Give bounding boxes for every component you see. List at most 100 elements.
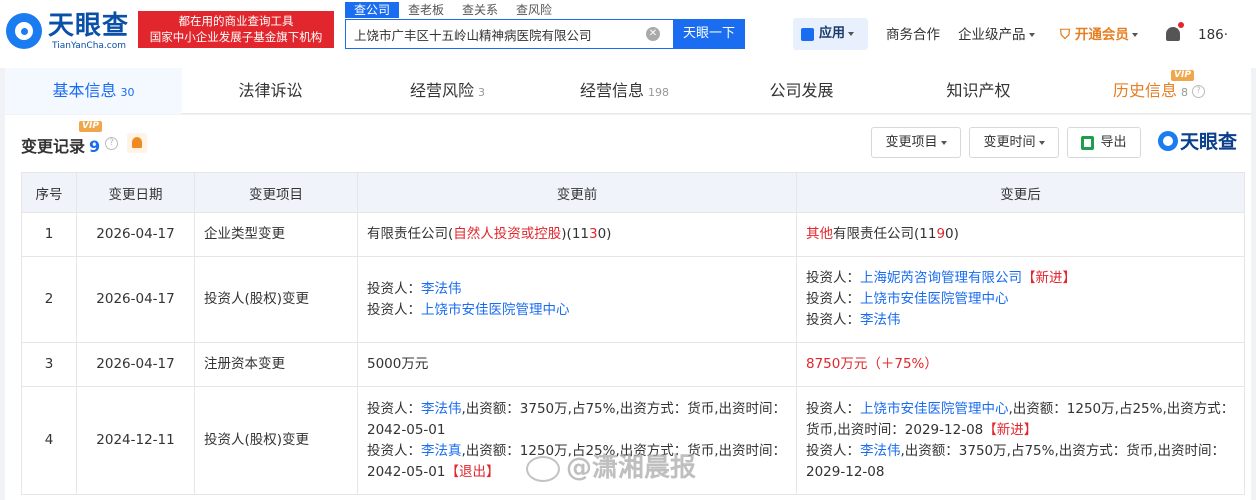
row-after: 8750万元（＋75%）: [796, 342, 1245, 387]
investor-link[interactable]: 上饶市安佳医院管理中心: [421, 302, 570, 318]
export-button[interactable]: 导出: [1067, 127, 1141, 158]
user-account[interactable]: 186·: [1198, 26, 1228, 44]
tab-label: 经营风险: [409, 81, 474, 100]
tab-development[interactable]: 公司发展: [713, 68, 890, 114]
app-menu-button[interactable]: 应用: [793, 18, 868, 50]
row-no: 1: [21, 212, 77, 257]
investor-link[interactable]: 上饶市安佳医院管理中心: [860, 401, 1009, 417]
investor-line: 投资人：李法伟: [806, 310, 1235, 331]
help-icon[interactable]: ?: [1192, 85, 1205, 98]
change-records-table: 序号 变更日期 变更项目 变更前 变更后 1 2026-04-17 企业类型变更…: [21, 172, 1245, 495]
app-grid-icon: [801, 28, 814, 41]
logo-url: TianYanCha.com: [52, 41, 127, 51]
section-count: 9: [89, 137, 101, 156]
tab-operation-info[interactable]: 经营信息 198: [536, 68, 713, 114]
tab-count: 30: [120, 86, 135, 99]
nav-vip[interactable]: ⛉ 开通会员: [1060, 26, 1138, 44]
tab-label: 公司发展: [769, 81, 834, 100]
tab-count: 8: [1181, 86, 1188, 99]
tab-label: 基本信息: [52, 81, 117, 100]
row-date: 2026-04-17: [76, 212, 195, 257]
watermark-text: @潇湘晨报: [566, 453, 697, 483]
investor-link[interactable]: 李法真: [421, 443, 462, 459]
investor-label: 投资人：: [367, 442, 421, 459]
row-date: 2026-04-17: [76, 256, 195, 343]
filter-time-label: 变更时间: [983, 135, 1036, 150]
row-no: 4: [21, 386, 77, 495]
row-item: 注册资本变更: [194, 342, 358, 387]
exit-tag: 【退出】: [445, 463, 500, 480]
company-tabs: 基本信息 30 法律诉讼 经营风险 3 经营信息 198 公司发展 知识产权 历史信息…: [5, 68, 1251, 114]
tab-count: 198: [648, 86, 669, 99]
diff-highlight: 3: [589, 226, 598, 242]
tab-label: 历史信息: [1112, 81, 1177, 100]
row-before: 5000万元: [357, 342, 797, 387]
investor-link[interactable]: 李法伟: [860, 312, 901, 328]
change-records-section: 变更记录 9 VIP ? 变更项目 变更时间 导出 天眼查 序号 变更日期 变更项…: [5, 115, 1251, 500]
filter-change-item[interactable]: 变更项目: [871, 127, 961, 158]
investor-label: 投资人：: [806, 400, 860, 417]
help-icon[interactable]: ?: [105, 137, 118, 150]
search-tab-company[interactable]: 查公司: [345, 2, 400, 18]
row-before: 有限责任公司(自然人投资或控股)(1130): [357, 212, 797, 257]
tab-label: 知识产权: [946, 81, 1011, 100]
crown-icon: ⛉: [1060, 27, 1071, 43]
table-row: 3 2026-04-17 注册资本变更 5000万元 8750万元（＋75%）: [21, 342, 1245, 387]
nav-business[interactable]: 商务合作: [886, 26, 940, 44]
nav-vip-label: 开通会员: [1074, 27, 1129, 43]
diff-highlight: 自然人投资或控股: [453, 226, 562, 242]
tab-history[interactable]: 历史信息 8?: [1067, 68, 1251, 114]
diff-highlight: 9: [936, 226, 946, 242]
tianyancha-brand: 天眼查: [1158, 130, 1237, 154]
chevron-down-icon: [1028, 33, 1035, 37]
nav-enterprise[interactable]: 企业级产品: [958, 26, 1035, 44]
investor-label: 投资人：: [806, 291, 860, 307]
row-no: 2: [21, 256, 77, 343]
text: )(11: [561, 226, 589, 242]
search-button[interactable]: 天眼一下: [673, 19, 745, 49]
tab-ip[interactable]: 知识产权: [890, 68, 1067, 114]
excel-icon: [1081, 135, 1095, 150]
tianyancha-logo[interactable]: 天眼查 TianYanCha.com: [6, 9, 136, 53]
new-tag: 【新进】: [1022, 270, 1076, 286]
row-after: 其他有限责任公司(1190): [796, 212, 1245, 257]
search-input[interactable]: [346, 20, 636, 48]
weibo-watermark: @潇湘晨报: [526, 448, 736, 488]
row-after: 投资人：上饶市安佳医院管理中心,出资额：1250万,占25%,出资方式：货币,出…: [796, 386, 1245, 495]
investor-link[interactable]: 李法伟: [421, 401, 462, 417]
investor-link[interactable]: 上海妮芮咨询管理有限公司: [860, 270, 1022, 286]
search-tab-boss[interactable]: 查老板: [399, 2, 453, 18]
header-before: 变更前: [357, 172, 797, 213]
tab-label: 法律诉讼: [238, 81, 303, 100]
investor-link[interactable]: 李法伟: [860, 443, 901, 459]
brand-text: 天眼查: [1180, 131, 1238, 153]
weibo-icon: [526, 455, 560, 482]
text: 有限责任公司(11: [833, 226, 937, 242]
search-tab-relation[interactable]: 查关系: [453, 2, 507, 18]
tab-basic-info[interactable]: 基本信息 30: [5, 68, 182, 114]
top-bar: 天眼查 TianYanCha.com 都在用的商业查询工具 国家中小企业发展子基…: [0, 0, 1256, 68]
diff-highlight: 其他: [806, 226, 833, 242]
new-tag: 【新进】: [983, 421, 1038, 438]
row-item: 投资人(股权)变更: [194, 386, 358, 495]
row-after: 投资人：上海妮芮咨询管理有限公司【新进】 投资人：上饶市安佳医院管理中心 投资人…: [796, 256, 1245, 343]
tab-operation-risk[interactable]: 经营风险 3: [359, 68, 536, 114]
filter-change-time[interactable]: 变更时间: [969, 127, 1059, 158]
investor-label: 投资人：: [367, 400, 421, 417]
search-box: ✕: [345, 19, 675, 49]
investor-line: 投资人：李法伟,出资额：3750万,占75%,出资方式：货币,出资时间：2029…: [806, 441, 1235, 483]
investor-link[interactable]: 李法伟: [421, 281, 462, 297]
row-date: 2026-04-17: [76, 342, 195, 387]
export-label: 导出: [1100, 135, 1127, 150]
row-item: 投资人(股权)变更: [194, 256, 358, 343]
search-tab-risk[interactable]: 查风险: [507, 2, 561, 18]
investor-line: 投资人：上海妮芮咨询管理有限公司【新进】: [806, 268, 1235, 289]
clear-icon[interactable]: ✕: [646, 27, 660, 41]
investor-line: 投资人：上饶市安佳医院管理中心: [367, 300, 787, 321]
investor-line: 投资人：上饶市安佳医院管理中心,出资额：1250万,占25%,出资方式：货币,出…: [806, 399, 1235, 441]
investor-link[interactable]: 上饶市安佳医院管理中心: [860, 291, 1009, 307]
tab-legal[interactable]: 法律诉讼: [182, 68, 359, 114]
notification-bell-icon[interactable]: [1166, 22, 1184, 41]
header-date: 变更日期: [76, 172, 195, 213]
monitor-bell-icon[interactable]: [127, 133, 147, 153]
